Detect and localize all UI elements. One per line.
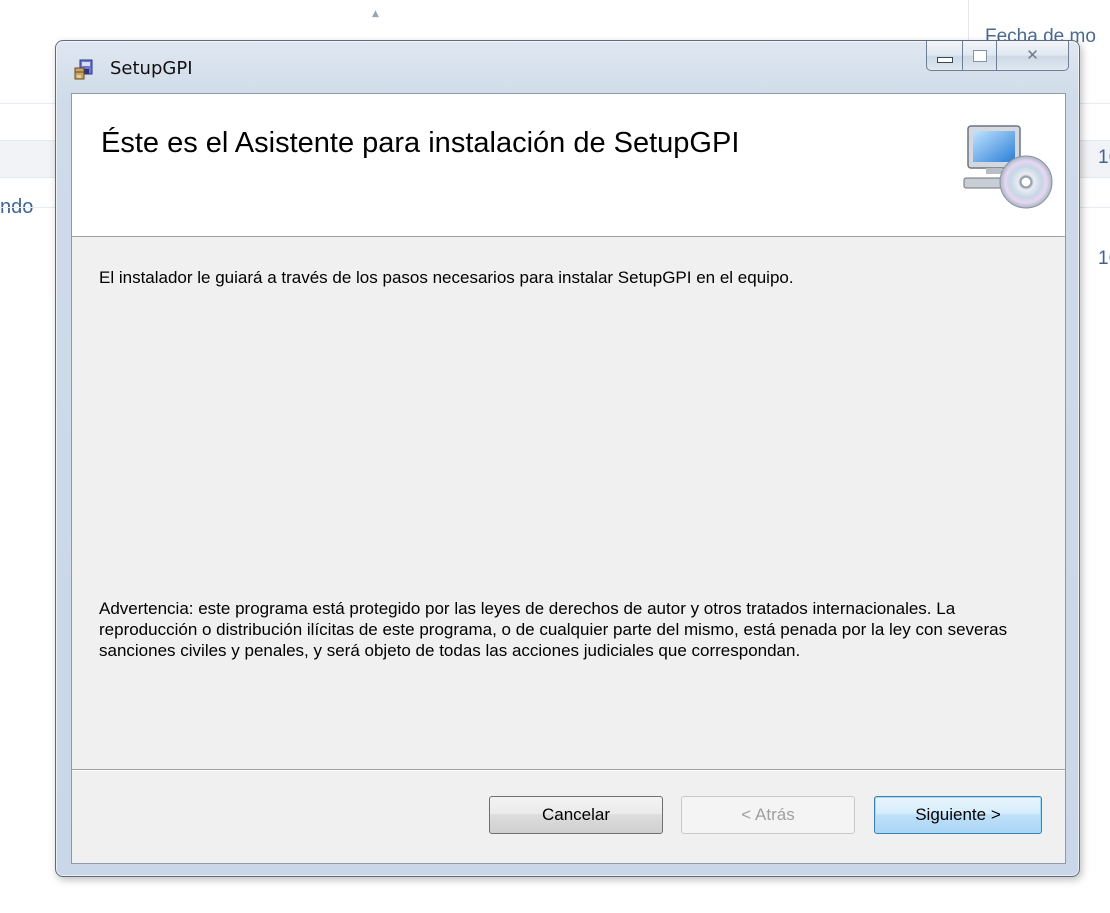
background-date-1: 16 0 [1098, 147, 1110, 168]
window-title: SetupGPI [110, 58, 193, 79]
title-bar[interactable]: SetupGPI ✕ [56, 41, 1079, 93]
minimize-icon [936, 56, 953, 63]
sort-caret-icon: ▲ [372, 9, 379, 19]
close-icon: ✕ [1026, 46, 1039, 64]
maximize-button[interactable] [963, 41, 997, 71]
cancel-button[interactable]: Cancelar [489, 796, 663, 834]
close-button[interactable]: ✕ [997, 41, 1069, 71]
dialog-body: Éste es el Asistente para instalación de… [71, 93, 1066, 864]
background-date-2: 16 0 [1098, 248, 1110, 269]
maximize-icon [972, 49, 987, 62]
next-button[interactable]: Siguiente > [874, 796, 1042, 834]
header-banner: Éste es el Asistente para instalación de… [72, 94, 1065, 237]
column-divider [968, 0, 969, 40]
setup-dialog: SetupGPI ✕ Éste es el Asistente para ins… [55, 40, 1080, 877]
installer-icon [74, 58, 96, 80]
computer-cd-icon [962, 122, 1054, 210]
page-title: Éste es el Asistente para instalación de… [101, 127, 740, 159]
caption-buttons: ✕ [926, 41, 1069, 71]
minimize-button[interactable] [926, 41, 963, 71]
button-separator [72, 769, 1065, 771]
intro-text: El instalador le guiará a través de los … [99, 268, 794, 287]
back-button[interactable]: < Atrás [681, 796, 855, 834]
copyright-warning: Advertencia: este programa está protegid… [99, 599, 1008, 660]
